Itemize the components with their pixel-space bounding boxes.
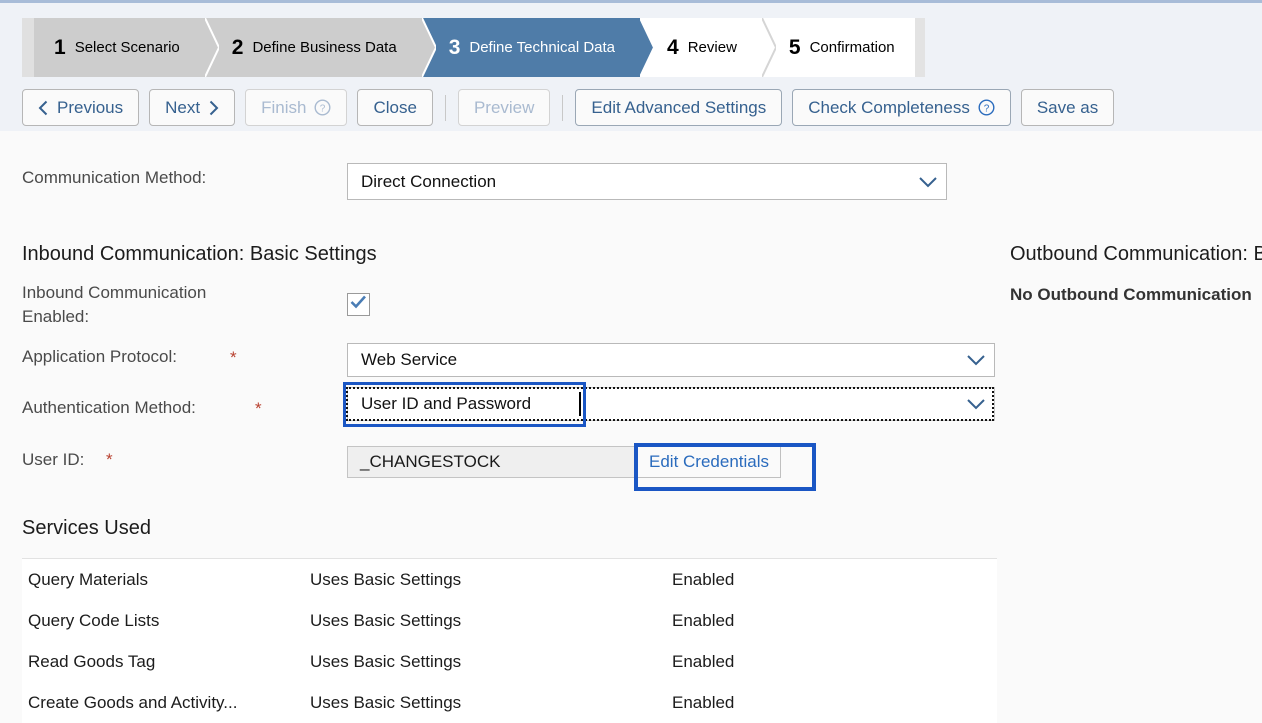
authentication-method-label: Authentication Method: [22, 398, 196, 418]
wizard-step-4-label: Review [688, 39, 737, 56]
inbound-enabled-row: Inbound Communication Enabled: [22, 281, 206, 329]
wizard-step-3-number: 3 [449, 37, 461, 58]
application-protocol-select[interactable]: Web Service [347, 343, 995, 377]
wizard-step-1[interactable]: 1 Select Scenario [34, 18, 206, 77]
service-name: Read Goods Tag [22, 652, 310, 672]
wizard-step-3[interactable]: 3 Define Technical Data [423, 18, 641, 77]
wizard-step-5-number: 5 [789, 37, 801, 58]
svg-text:?: ? [984, 103, 990, 114]
toolbar-separator-2 [562, 95, 563, 121]
wizard-toolbar: Previous Next Finish ? Close Preview Edi… [22, 89, 1114, 126]
communication-method-value: Direct Connection [348, 172, 910, 192]
inbound-section-title: Inbound Communication: Basic Settings [22, 243, 377, 266]
wizard-step-4-number: 4 [667, 37, 679, 58]
inbound-enabled-checkbox[interactable] [347, 293, 370, 316]
wizard-step-1-label: Select Scenario [75, 39, 180, 56]
service-settings: Uses Basic Settings [310, 611, 672, 631]
service-settings: Uses Basic Settings [310, 570, 672, 590]
previous-button[interactable]: Previous [22, 89, 139, 126]
edit-credentials-button[interactable]: Edit Credentials [637, 446, 781, 478]
text-cursor-caret [579, 392, 581, 416]
previous-button-label: Previous [57, 98, 123, 118]
preview-button-label: Preview [474, 98, 534, 118]
edit-advanced-settings-label: Edit Advanced Settings [591, 98, 766, 118]
check-icon [350, 295, 367, 314]
authentication-method-value: User ID and Password [348, 394, 958, 414]
user-id-label: User ID: [22, 450, 84, 470]
check-completeness-label: Check Completeness [808, 98, 970, 118]
finish-button[interactable]: Finish ? [245, 89, 347, 126]
services-used-title: Services Used [22, 517, 151, 540]
wizard-step-2-label: Define Business Data [252, 39, 396, 56]
service-status: Enabled [672, 611, 997, 631]
wizard-step-bar: 1 Select Scenario 2 Define Business Data… [22, 18, 925, 77]
edit-credentials-label: Edit Credentials [649, 452, 769, 472]
table-row[interactable]: Query Materials Uses Basic Settings Enab… [22, 559, 997, 600]
wizard-step-5-label: Confirmation [810, 39, 895, 56]
wizard-step-3-label: Define Technical Data [469, 39, 615, 56]
edit-advanced-settings-button[interactable]: Edit Advanced Settings [575, 89, 782, 126]
user-id-row: User ID: * _CHANGESTOCK Edit Credentials [22, 446, 1022, 480]
service-settings: Uses Basic Settings [310, 652, 672, 672]
help-icon[interactable]: ? [314, 99, 331, 116]
preview-button[interactable]: Preview [458, 89, 550, 126]
help-icon[interactable]: ? [978, 99, 995, 116]
application-protocol-row: Application Protocol: * Web Service [22, 344, 1022, 378]
communication-method-label: Communication Method: [22, 168, 206, 188]
service-status: Enabled [672, 570, 997, 590]
wizard-step-5[interactable]: 5 Confirmation [763, 18, 915, 77]
no-outbound-message: No Outbound Communication [1010, 285, 1252, 305]
communication-method-select[interactable]: Direct Connection [347, 163, 947, 200]
user-id-input[interactable]: _CHANGESTOCK [347, 446, 635, 478]
service-name: Query Materials [22, 570, 310, 590]
table-row[interactable]: Create Goods and Activity... Uses Basic … [22, 682, 997, 723]
application-protocol-required-marker: * [230, 348, 237, 368]
chevron-down-icon[interactable] [910, 176, 946, 188]
next-button-label: Next [165, 98, 200, 118]
communication-method-row: Communication Method: Direct Connection [22, 164, 1242, 200]
table-row[interactable]: Query Code Lists Uses Basic Settings Ena… [22, 600, 997, 641]
chevron-right-icon [208, 100, 219, 116]
chevron-down-icon[interactable] [958, 354, 994, 366]
service-status: Enabled [672, 652, 997, 672]
wizard-trailing-spacer [915, 18, 925, 77]
finish-button-label: Finish [261, 98, 306, 118]
close-button-label: Close [373, 98, 416, 118]
authentication-method-required-marker: * [255, 399, 262, 419]
application-protocol-value: Web Service [348, 350, 958, 370]
wizard-leading-spacer [22, 18, 34, 77]
main-content: Communication Method: Direct Connection … [0, 131, 1262, 710]
chevron-down-icon[interactable] [958, 398, 994, 410]
page-header: 1 Select Scenario 2 Define Business Data… [0, 0, 1262, 131]
save-as-button-label: Save as [1037, 98, 1098, 118]
check-completeness-button[interactable]: Check Completeness ? [792, 89, 1011, 126]
inbound-enabled-label-line2: Enabled: [22, 305, 206, 329]
user-id-required-marker: * [106, 450, 113, 470]
user-id-value: _CHANGESTOCK [348, 452, 500, 472]
next-button[interactable]: Next [149, 89, 235, 126]
close-button[interactable]: Close [357, 89, 432, 126]
authentication-method-select[interactable]: User ID and Password [347, 387, 995, 421]
chevron-left-icon [38, 100, 49, 116]
services-used-table: Query Materials Uses Basic Settings Enab… [22, 558, 997, 723]
wizard-step-2-number: 2 [232, 37, 244, 58]
wizard-step-4[interactable]: 4 Review [641, 18, 763, 77]
svg-text:?: ? [320, 103, 326, 114]
application-protocol-label: Application Protocol: [22, 347, 177, 367]
authentication-method-row: Authentication Method: * User ID and Pas… [22, 395, 1022, 429]
table-row[interactable]: Read Goods Tag Uses Basic Settings Enabl… [22, 641, 997, 682]
outbound-section-title: Outbound Communication: Basic Settings [1010, 243, 1262, 266]
wizard-step-1-number: 1 [54, 37, 66, 58]
save-as-button[interactable]: Save as [1021, 89, 1114, 126]
service-name: Query Code Lists [22, 611, 310, 631]
inbound-enabled-label-line1: Inbound Communication [22, 281, 206, 305]
toolbar-separator-1 [445, 95, 446, 121]
wizard-step-2[interactable]: 2 Define Business Data [206, 18, 423, 77]
